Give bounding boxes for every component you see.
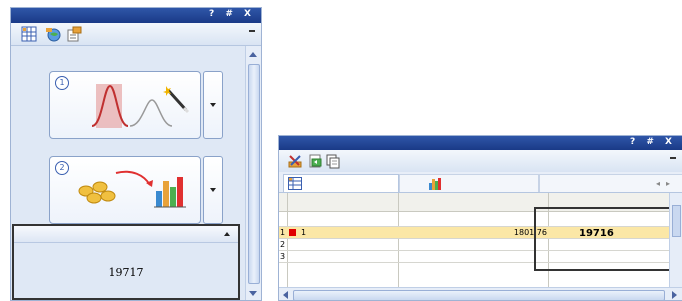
curve-wand-icon <box>91 84 190 128</box>
value-box-value: 19717 <box>108 266 144 279</box>
row-number: 1 <box>280 228 286 237</box>
step-2-dropdown[interactable] <box>203 156 223 224</box>
tab-chart[interactable] <box>399 174 539 192</box>
step-2-button[interactable]: 2 <box>49 156 201 224</box>
toolbar-overflow-icon[interactable] <box>249 30 255 34</box>
step-1-button[interactable]: 1 <box>49 71 201 139</box>
globe-add-icon[interactable] <box>45 26 61 42</box>
left-panel-title-buttons[interactable]: ? # X <box>209 9 255 19</box>
scroll-thumb[interactable] <box>672 205 681 237</box>
right-panel-titlebar: ? # X <box>279 136 682 150</box>
right-panel: ? # X ◂▸ 1 1 1801,76 19716 2 3 <box>278 135 682 301</box>
chart-icon <box>429 178 441 190</box>
export-icon[interactable] <box>307 153 323 169</box>
grid-vertical-scrollbar[interactable] <box>669 193 682 287</box>
step-2-number: 2 <box>55 161 69 175</box>
row-number: 3 <box>280 252 286 261</box>
scroll-up-icon[interactable] <box>249 52 257 57</box>
scroll-thumb[interactable] <box>248 64 260 284</box>
left-panel-content: 1 2 19717 <box>11 46 245 300</box>
scroll-right-icon[interactable] <box>672 291 677 299</box>
table-icon <box>288 177 302 190</box>
tab-strip: ◂▸ <box>279 172 682 193</box>
tools-icon[interactable] <box>287 153 303 169</box>
highlight-box <box>534 207 679 271</box>
left-panel: ? # X 1 2 19717 <box>10 7 262 301</box>
right-panel-title-buttons[interactable]: ? # X <box>630 137 676 147</box>
chevron-down-icon <box>210 188 216 192</box>
left-panel-toolbar <box>11 23 261 46</box>
value-box: 19717 <box>12 224 240 300</box>
properties-icon[interactable] <box>66 26 82 42</box>
left-panel-titlebar: ? # X <box>11 8 261 23</box>
chevron-up-icon[interactable] <box>224 232 230 236</box>
chevron-down-icon <box>210 103 216 107</box>
step-1-number: 1 <box>55 76 69 90</box>
row-number: 2 <box>280 240 286 249</box>
scroll-down-icon[interactable] <box>249 291 257 296</box>
tab-scroll-arrows-icon[interactable]: ◂▸ <box>656 179 676 188</box>
tab-table[interactable] <box>283 174 399 192</box>
scroll-thumb[interactable] <box>293 290 665 300</box>
data-to-chart-icon <box>78 170 186 208</box>
row-id-cell: 1 <box>301 228 307 237</box>
grid-horizontal-scrollbar[interactable] <box>279 287 682 300</box>
step-2: 2 <box>49 156 233 224</box>
tab-empty: ◂▸ <box>539 174 682 192</box>
copy-icon[interactable] <box>325 153 341 169</box>
scroll-left-icon[interactable] <box>283 291 288 299</box>
right-panel-toolbar <box>279 150 682 173</box>
toolbar-overflow-icon[interactable] <box>670 157 676 161</box>
grid-icon[interactable] <box>21 26 37 42</box>
red-marker-icon <box>289 229 296 236</box>
value-box-header[interactable] <box>14 226 238 243</box>
step-1: 1 <box>49 71 233 139</box>
value-cell: 1801,76 <box>513 228 547 237</box>
step-1-dropdown[interactable] <box>203 71 223 139</box>
left-panel-vertical-scrollbar[interactable] <box>245 46 261 300</box>
